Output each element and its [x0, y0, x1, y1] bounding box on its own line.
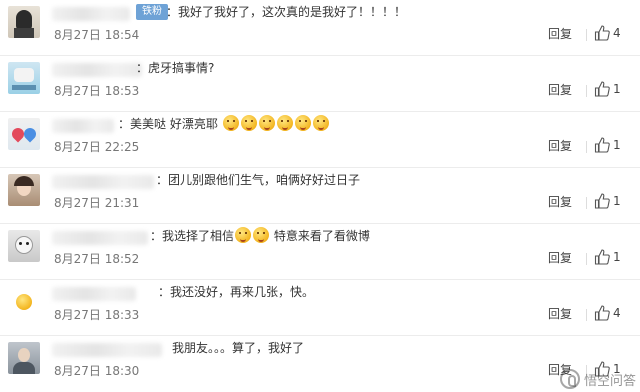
- timestamp: 8月27日 22:25: [54, 140, 140, 154]
- thumbs-up-icon: [594, 305, 610, 321]
- avatar[interactable]: [8, 342, 40, 374]
- divider: [586, 253, 587, 265]
- thumbs-up-icon: [594, 193, 610, 209]
- smiley-emoji-icon: [276, 115, 293, 131]
- comment-text: ：我还没好，再来几张，快。: [158, 285, 315, 299]
- username-blurred[interactable]: [52, 7, 130, 21]
- like-button[interactable]: 4: [594, 304, 621, 322]
- smiley-emoji-icon: [235, 227, 252, 243]
- avatar[interactable]: [8, 230, 40, 262]
- smiley-emoji-icon: [258, 115, 275, 131]
- comment-item: ：美美哒 好漂亮耶 8月27日 22:25 回复 1: [0, 112, 640, 168]
- like-count: 4: [613, 26, 621, 40]
- thumbs-up-icon: [594, 137, 610, 153]
- comment-item: 铁粉 ：我好了我好了，这次真的是我好了！！！！ 8月27日 18:54 回复 4: [0, 0, 640, 56]
- comment-text: ：团儿别跟他们生气，咱俩好好过日子: [156, 173, 361, 187]
- username-blurred[interactable]: [52, 119, 114, 133]
- watermark: 悟空问答: [559, 369, 636, 389]
- reply-button[interactable]: 回复: [548, 249, 572, 266]
- reply-button[interactable]: 回复: [548, 137, 572, 154]
- like-count: 1: [613, 138, 621, 152]
- comment-text: ：我好了我好了，这次真的是我好了！！！！: [166, 5, 407, 19]
- like-button[interactable]: 1: [594, 136, 621, 154]
- smiley-emoji-icon: [222, 115, 239, 131]
- username-blurred[interactable]: [52, 287, 136, 301]
- like-button[interactable]: 1: [594, 248, 621, 266]
- comment-list: 铁粉 ：我好了我好了，这次真的是我好了！！！！ 8月27日 18:54 回复 4…: [0, 0, 640, 391]
- smiley-emoji-icon: [294, 115, 311, 131]
- timestamp: 8月27日 18:54: [54, 28, 140, 42]
- like-count: 4: [613, 306, 621, 320]
- smiley-emoji-icon: [253, 227, 270, 243]
- like-button[interactable]: 4: [594, 24, 621, 42]
- comment-item: 我朋友。。。算了，我好了 8月27日 18:30 回复 1: [0, 336, 640, 392]
- reply-button[interactable]: 回复: [548, 193, 572, 210]
- timestamp: 8月27日 18:52: [54, 252, 140, 266]
- like-count: 1: [613, 250, 621, 264]
- reply-button[interactable]: 回复: [548, 81, 572, 98]
- username-blurred[interactable]: [52, 63, 142, 77]
- avatar[interactable]: [8, 286, 40, 318]
- username-blurred[interactable]: [52, 343, 162, 357]
- comment-text: ：虎牙搞事情?: [136, 61, 215, 75]
- timestamp: 8月27日 18:53: [54, 84, 140, 98]
- like-button[interactable]: 1: [594, 192, 621, 210]
- watermark-text: 悟空问答: [583, 373, 636, 389]
- username-blurred[interactable]: [52, 175, 154, 189]
- reply-button[interactable]: 回复: [548, 25, 572, 42]
- wukong-logo-icon: [559, 369, 580, 389]
- comment-item: ：虎牙搞事情? 8月27日 18:53 回复 1: [0, 56, 640, 112]
- comment-item: ：团儿别跟他们生气，咱俩好好过日子 8月27日 21:31 回复 1: [0, 168, 640, 224]
- timestamp: 8月27日 18:33: [54, 308, 140, 322]
- fan-badge: 铁粉: [136, 4, 168, 20]
- comment-text: ：美美哒 好漂亮耶: [118, 114, 330, 134]
- timestamp: 8月27日 18:30: [54, 364, 140, 378]
- thumbs-up-icon: [594, 249, 610, 265]
- thumbs-up-icon: [594, 81, 610, 97]
- avatar[interactable]: [8, 174, 40, 206]
- username-blurred[interactable]: [52, 231, 148, 245]
- divider: [586, 85, 587, 97]
- divider: [586, 29, 587, 41]
- comment-item: ：我选择了相信 特意来看了看微博 8月27日 18:52 回复 1: [0, 224, 640, 280]
- smiley-emoji-icon: [240, 115, 257, 131]
- comment-item: ：我还没好，再来几张，快。 8月27日 18:33 回复 4: [0, 280, 640, 336]
- smiley-emoji-icon: [312, 115, 329, 131]
- avatar[interactable]: [8, 118, 40, 150]
- divider: [586, 141, 587, 153]
- like-count: 1: [613, 82, 621, 96]
- like-count: 1: [613, 194, 621, 208]
- like-button[interactable]: 1: [594, 80, 621, 98]
- divider: [586, 309, 587, 321]
- comment-text: ：我选择了相信 特意来看了看微博: [150, 227, 370, 243]
- comment-text: 我朋友。。。算了，我好了: [172, 341, 305, 355]
- divider: [586, 197, 587, 209]
- avatar[interactable]: [8, 6, 40, 38]
- thumbs-up-icon: [594, 25, 610, 41]
- reply-button[interactable]: 回复: [548, 305, 572, 322]
- timestamp: 8月27日 21:31: [54, 196, 140, 210]
- avatar[interactable]: [8, 62, 40, 94]
